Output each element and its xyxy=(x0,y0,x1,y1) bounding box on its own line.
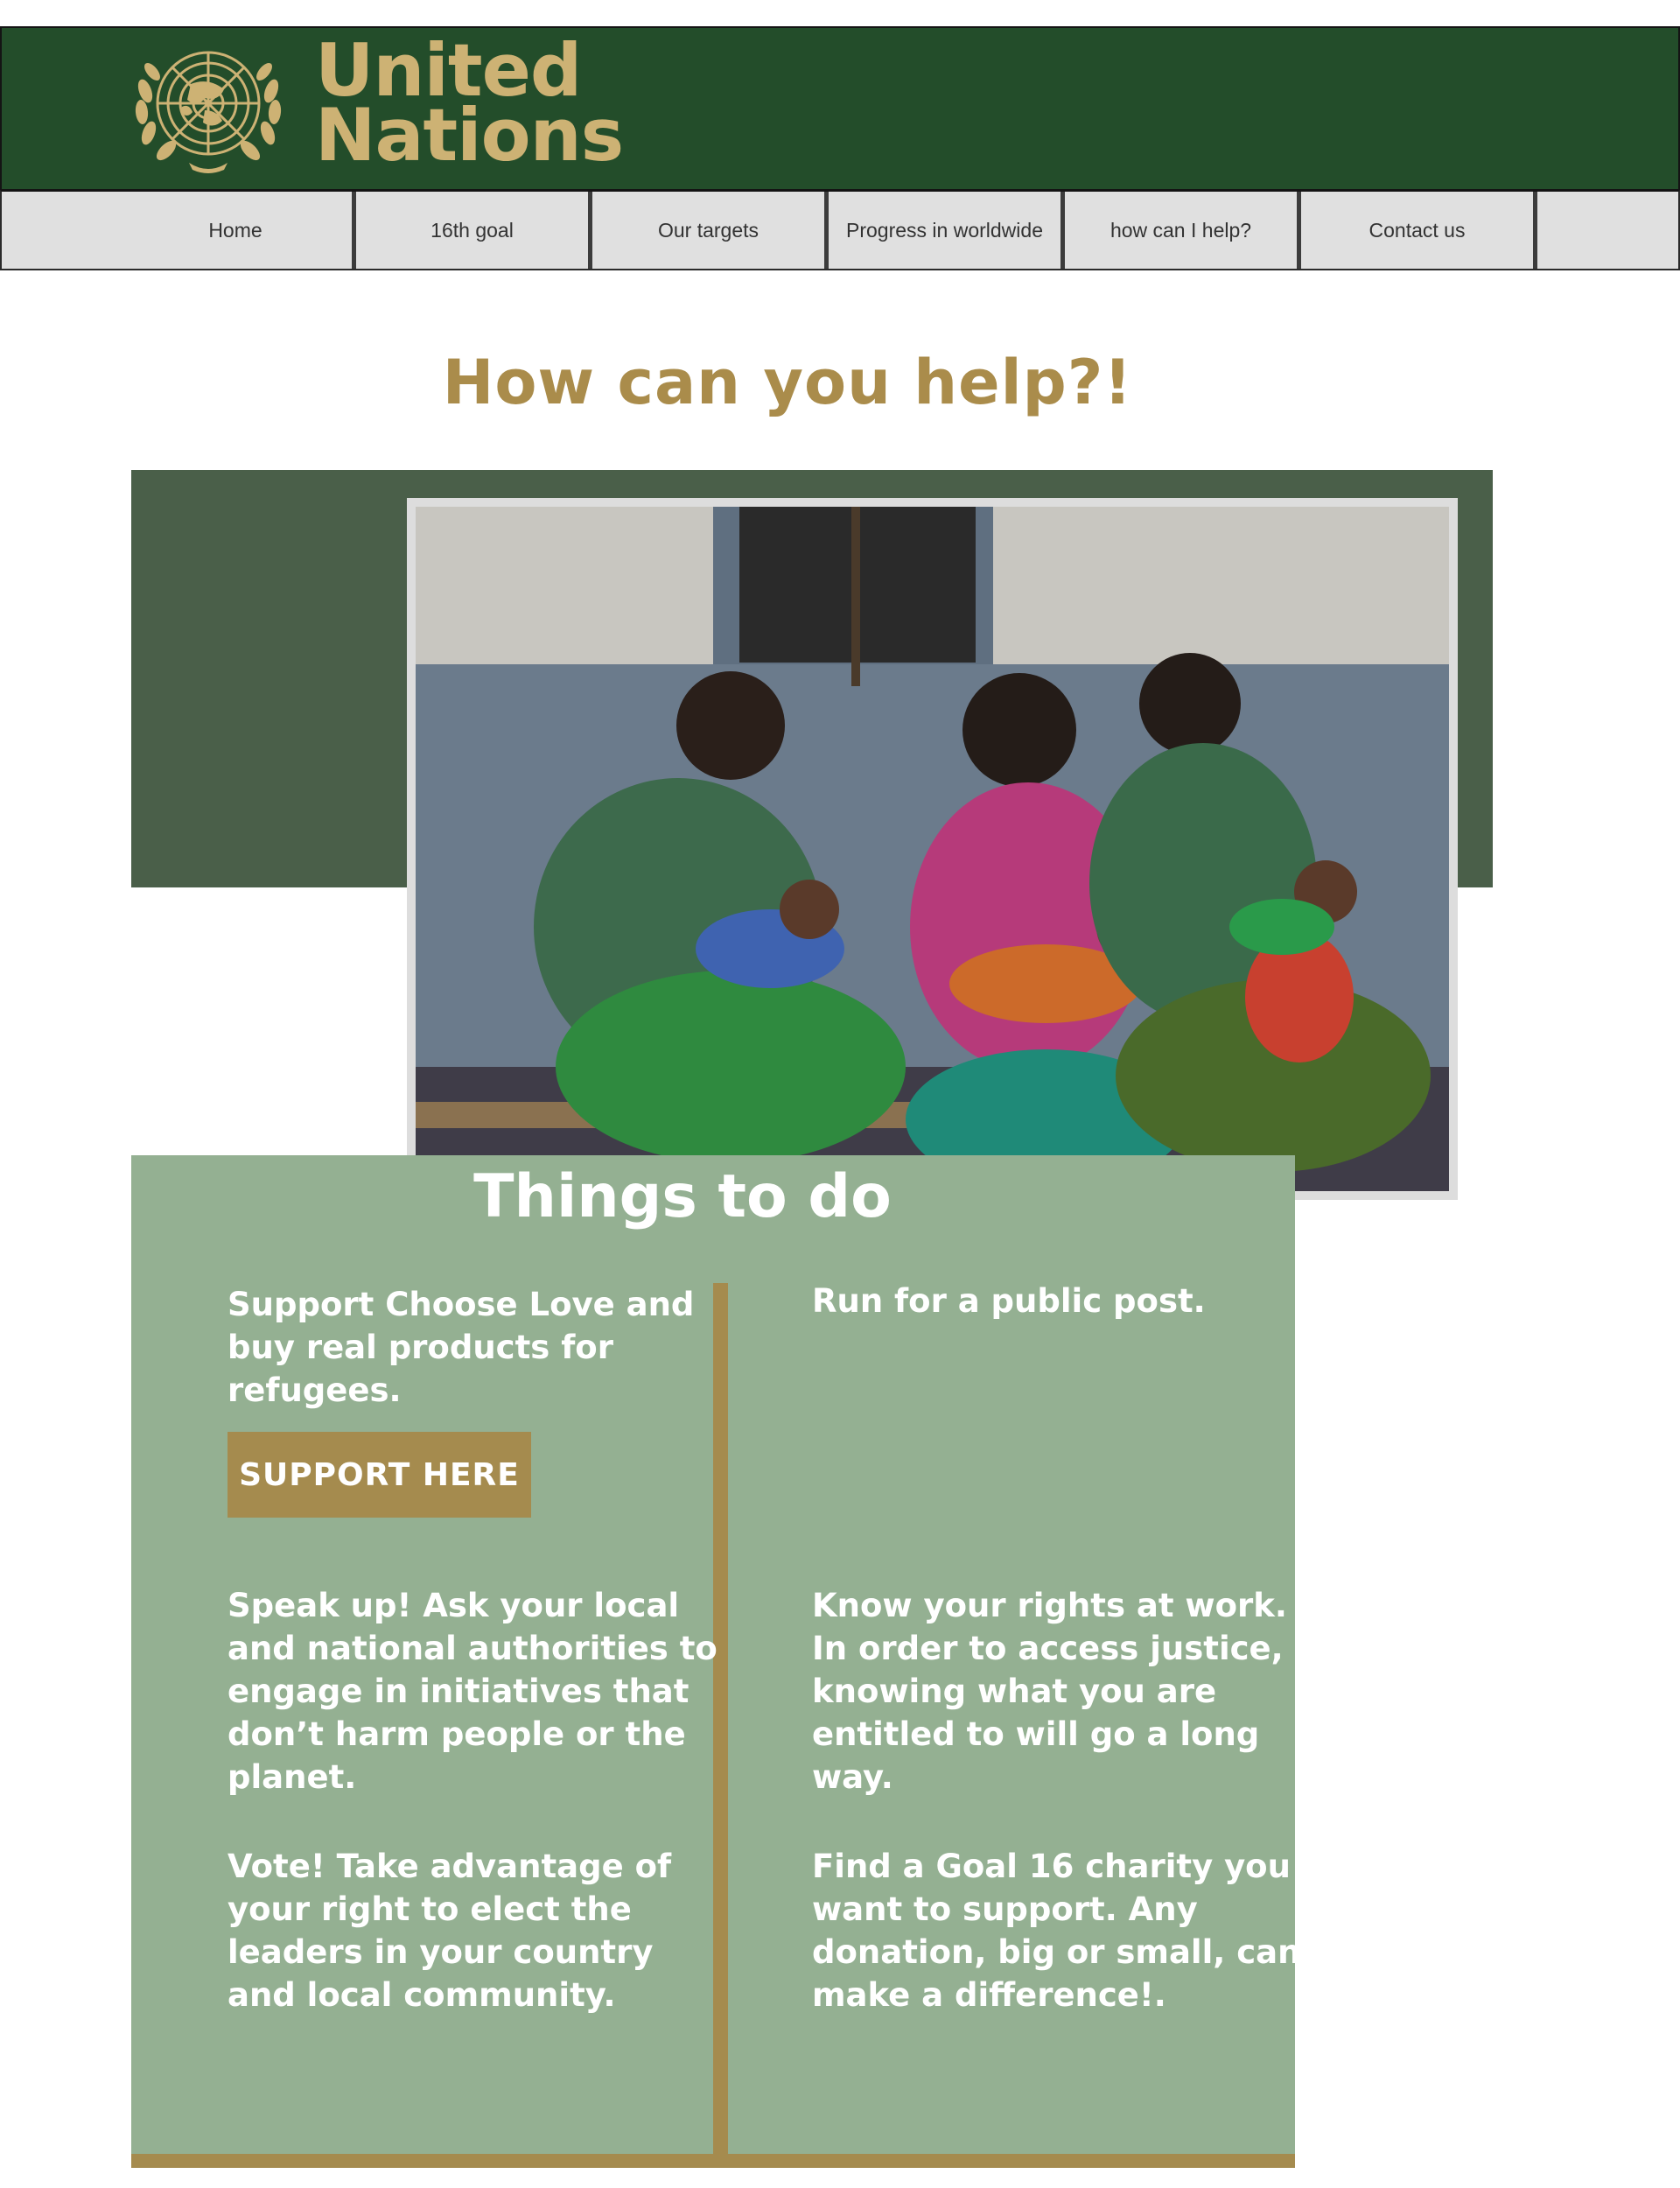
nav-16th-goal[interactable]: 16th goal xyxy=(356,192,588,269)
run-for-public-post-text: Run for a public post. xyxy=(812,1282,1206,1320)
nav-separator xyxy=(1533,192,1537,269)
site-header: United Nations xyxy=(0,26,1680,191)
main-nav: Home 16th goal Our targets Progress in w… xyxy=(0,190,1680,270)
brand-wordmark[interactable]: United Nations xyxy=(315,34,624,178)
nav-contact-us[interactable]: Contact us xyxy=(1301,192,1533,269)
section-bottom-bar xyxy=(131,2154,1295,2168)
things-to-do-title: Things to do xyxy=(473,1162,892,1231)
brand-line-2: Nations xyxy=(315,93,624,178)
nav-progress[interactable]: Progress in worldwide xyxy=(829,192,1060,269)
find-charity-text: Find a Goal 16 charity you want to suppo… xyxy=(812,1848,1301,2014)
things-to-do-section: Things to do Support Choose Love and buy… xyxy=(131,1155,1300,2167)
support-here-button[interactable]: SUPPORT HERE xyxy=(228,1432,531,1518)
support-choose-love-text: Support Choose Love and buy real product… xyxy=(228,1286,695,1409)
nav-how-can-i-help[interactable]: how can I help? xyxy=(1065,192,1297,269)
hero-photo xyxy=(407,498,1458,1200)
know-your-rights-text: Know your rights at work. In order to ac… xyxy=(812,1587,1287,1796)
speak-up-text: Speak up! Ask your local and national au… xyxy=(228,1587,718,1796)
un-emblem-icon xyxy=(135,51,282,173)
nav-our-targets[interactable]: Our targets xyxy=(592,192,824,269)
page-title: How can you help?! xyxy=(442,347,1133,418)
nav-home[interactable]: Home xyxy=(119,192,352,269)
mothers-with-babies-photo xyxy=(416,507,1449,1191)
vote-text: Vote! Take advantage of your right to el… xyxy=(228,1848,672,2014)
